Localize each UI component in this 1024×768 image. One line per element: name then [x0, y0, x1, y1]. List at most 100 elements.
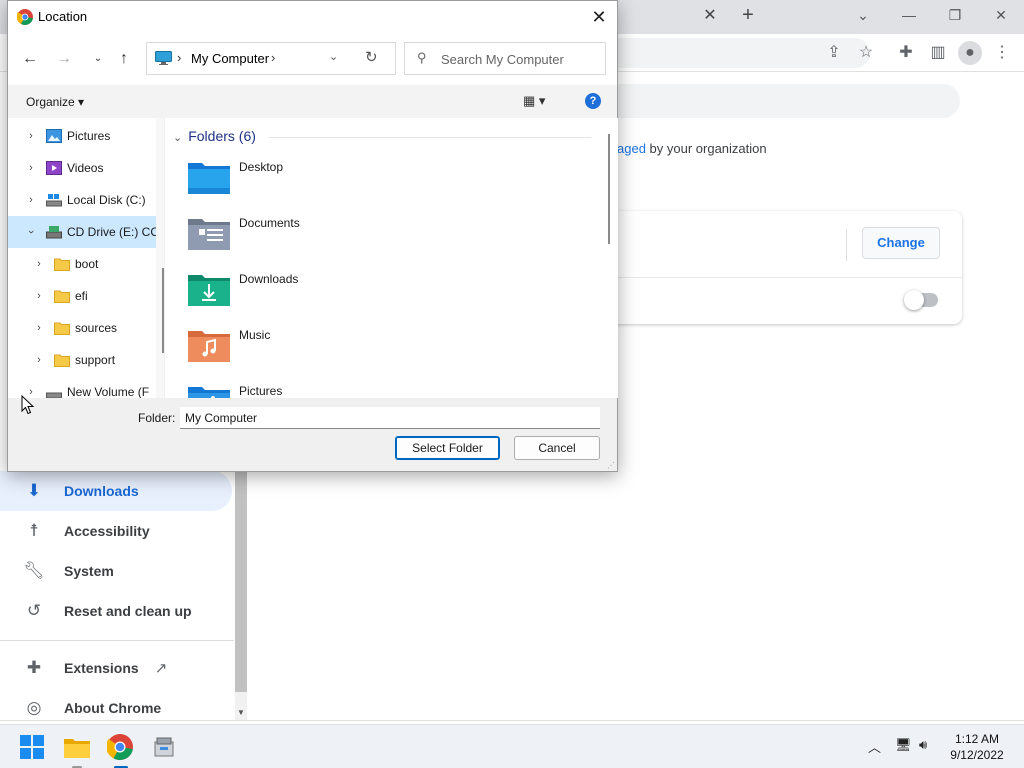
cancel-button[interactable]: Cancel — [514, 436, 600, 460]
breadcrumb-chevron-icon[interactable]: › — [271, 50, 275, 65]
tree-item-support[interactable]: › support — [8, 344, 156, 376]
address-bar[interactable]: › My Computer › ⌄ ↻ — [146, 42, 396, 75]
sidebar-item-label: Reset and clean up — [64, 603, 192, 619]
start-button[interactable] — [19, 733, 47, 761]
scroll-down-arrow-icon[interactable]: ▼ — [235, 706, 247, 720]
refresh-icon[interactable]: ↻ — [365, 48, 378, 66]
download-icon: ⬇ — [26, 481, 42, 500]
change-view-icon[interactable]: ▦ ▾ — [523, 93, 545, 109]
network-icon[interactable]: 🖥︎ — [895, 737, 912, 753]
show-hidden-icons-chevron-icon[interactable]: ︿ — [868, 737, 881, 756]
expand-chevron-icon[interactable]: › — [24, 162, 38, 174]
scrollbar-thumb[interactable] — [162, 268, 164, 353]
tree-scrollbar[interactable] — [156, 118, 164, 398]
tree-item-efi[interactable]: › efi — [8, 280, 156, 312]
minimize-icon[interactable]: — — [894, 4, 924, 26]
folder-item-documents[interactable]: Documents — [187, 216, 487, 268]
tree-item-sources[interactable]: › sources — [8, 312, 156, 344]
sidebar-scrollbar[interactable]: ▼ — [235, 470, 247, 720]
expand-chevron-icon[interactable]: › — [32, 322, 46, 334]
tab-close-icon[interactable]: ✕ — [700, 6, 720, 26]
taskbar: ︿ 🖥︎ 🔊︎ 1:12 AM 9/12/2022 — [0, 724, 1024, 768]
drive-icon — [46, 392, 62, 398]
sidebar-item-reset[interactable]: ↺ Reset and clean up — [0, 591, 232, 631]
expand-chevron-icon[interactable]: › — [32, 290, 46, 302]
share-icon[interactable]: ⇪ — [822, 41, 846, 65]
expand-chevron-icon[interactable]: › — [24, 194, 38, 206]
side-panel-icon[interactable]: ▥ — [926, 41, 950, 65]
tree-item-videos[interactable]: › Videos — [8, 152, 156, 184]
settings-search-bar[interactable] — [600, 84, 960, 118]
volume-icon[interactable]: 🔊︎ — [919, 737, 927, 753]
mouse-cursor-icon — [21, 395, 35, 415]
tree-item-label: support — [75, 353, 116, 367]
sidebar-item-system[interactable]: 🔧︎ System — [0, 551, 232, 591]
profile-avatar-icon[interactable]: ● — [958, 41, 982, 65]
help-icon[interactable]: ? — [585, 93, 601, 109]
tree-item-local-disk-c[interactable]: › Local Disk (C:) — [8, 184, 156, 216]
tree-item-label: Pictures — [67, 129, 111, 143]
organize-menu[interactable]: Organize ▾ — [26, 95, 84, 109]
scrollbar-thumb[interactable] — [608, 134, 610, 244]
folder-field[interactable] — [180, 407, 600, 429]
expand-chevron-icon[interactable]: › — [32, 354, 46, 366]
folder-name: Documents — [239, 216, 300, 230]
expand-chevron-icon[interactable]: › — [32, 258, 46, 270]
taskbar-file-explorer[interactable] — [63, 733, 91, 768]
address-dropdown-icon[interactable]: ⌄ — [329, 50, 338, 63]
up-arrow-icon[interactable]: ↑ — [112, 47, 136, 71]
collapse-chevron-icon[interactable]: › — [25, 225, 37, 239]
folder-item-pictures[interactable]: Pictures — [187, 384, 487, 398]
history-icon: ↺ — [26, 601, 42, 620]
content-scrollbar[interactable] — [601, 118, 618, 398]
sidebar-item-label: Extensions — [64, 660, 139, 676]
tree-item-cd-drive-e[interactable]: › CD Drive (E:) CC — [8, 216, 156, 248]
setup-installer-icon — [154, 737, 174, 757]
menu-kebab-icon[interactable]: ⋮ — [990, 41, 1014, 65]
search-input[interactable] — [441, 50, 591, 68]
taskbar-chrome[interactable] — [106, 733, 135, 768]
expand-chevron-icon[interactable]: › — [24, 130, 38, 142]
sidebar-item-about[interactable]: ◎ About Chrome — [0, 688, 232, 728]
new-tab-icon[interactable]: + — [737, 4, 759, 26]
ask-where-to-save-toggle[interactable] — [904, 290, 938, 310]
taskbar-setup-app[interactable] — [151, 733, 179, 761]
select-folder-button[interactable]: Select Folder — [395, 436, 500, 460]
pictures-icon — [46, 129, 62, 143]
scrollbar-thumb[interactable] — [235, 470, 247, 692]
change-location-button[interactable]: Change — [862, 227, 940, 259]
group-collapse-chevron-icon[interactable]: ⌄ — [173, 132, 182, 144]
settings-sidebar: ⬇ Downloads ☨ Accessibility 🔧︎ System ↺ … — [0, 470, 236, 720]
desktop-folder-icon — [188, 163, 230, 194]
resize-grip-icon[interactable]: ⋰ — [607, 461, 615, 470]
restore-icon[interactable]: ❐ — [940, 4, 970, 26]
tree-item-label: efi — [75, 289, 88, 303]
dialog-title: Location — [38, 9, 88, 24]
recent-locations-chevron-icon[interactable]: ⌄ — [86, 47, 110, 71]
folders-group-header[interactable]: ⌄ Folders (6) — [173, 128, 256, 144]
extensions-puzzle-icon[interactable]: ✚ — [894, 41, 918, 65]
dialog-close-icon[interactable]: ✕ — [585, 3, 613, 31]
sidebar-item-downloads[interactable]: ⬇ Downloads — [0, 471, 232, 511]
tree-item-pictures[interactable]: › Pictures — [8, 120, 156, 152]
forward-arrow-icon[interactable]: → — [52, 47, 76, 71]
folder-item-downloads[interactable]: Downloads — [187, 272, 487, 324]
bookmark-star-icon[interactable]: ☆ — [854, 41, 878, 65]
sidebar-item-extensions[interactable]: ✚ Extensions ↗ — [0, 648, 232, 688]
folder-item-desktop[interactable]: Desktop — [187, 160, 487, 212]
managed-link[interactable]: aged — [617, 141, 646, 156]
address-text[interactable]: My Computer — [191, 51, 269, 66]
tab-search-icon[interactable]: ⌄ — [848, 4, 878, 26]
dialog-titlebar[interactable]: Location ✕ — [8, 1, 617, 33]
wrench-icon: 🔧︎ — [23, 561, 45, 580]
folder-content-pane: ⌄ Folders (6) Desktop Documents Download… — [165, 118, 601, 398]
search-box[interactable]: ⚲ — [404, 42, 606, 75]
window-close-icon[interactable]: ✕ — [986, 4, 1016, 26]
back-arrow-icon[interactable]: ← — [18, 47, 42, 71]
folder-item-music[interactable]: Music — [187, 328, 487, 380]
tree-item-boot[interactable]: › boot — [8, 248, 156, 280]
sidebar-item-accessibility[interactable]: ☨ Accessibility — [0, 511, 232, 551]
folder-field-label: Folder: — [138, 411, 176, 425]
system-clock[interactable]: 1:12 AM 9/12/2022 — [940, 731, 1014, 763]
dialog-navigation-bar: ← → ⌄ ↑ › My Computer › ⌄ ↻ ⚲ — [8, 33, 617, 85]
